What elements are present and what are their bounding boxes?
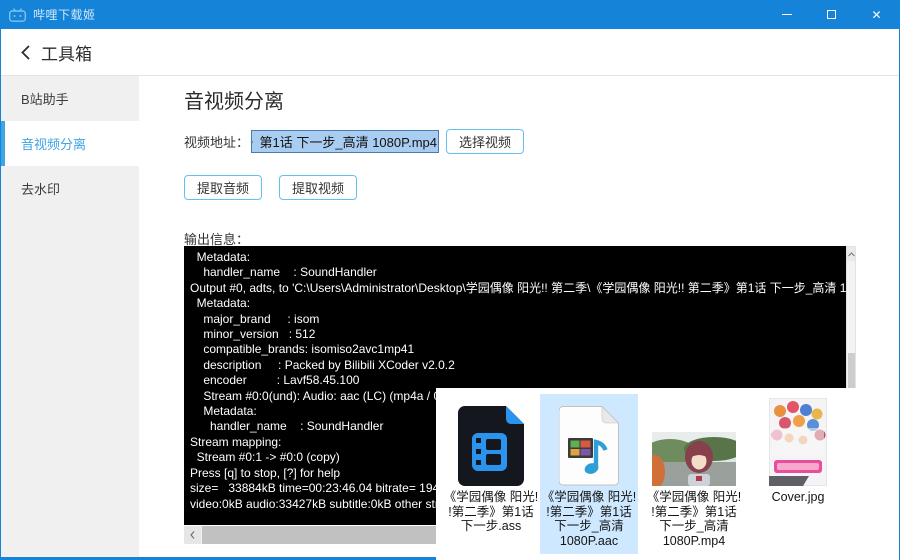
terminal-line: description : Packed by Bilibili XCoder … xyxy=(190,357,455,372)
extract-video-button[interactable]: 提取视频 xyxy=(279,175,358,200)
scrollbar-left-button[interactable] xyxy=(184,526,201,544)
scroll-up-icon xyxy=(847,251,855,256)
back-icon xyxy=(21,44,30,60)
terminal-line: Output #0, adts, to 'C:\Users\Administra… xyxy=(190,280,846,295)
file-item-aac-selected[interactable]: 《学园偶像 阳光! !第二季》第1话 下一步_高清 1080P.aac xyxy=(540,394,638,554)
minimize-icon xyxy=(781,14,792,15)
sidebar-item-bilibili-helper[interactable]: B站助手 xyxy=(1,76,139,121)
close-button[interactable]: ✕ xyxy=(854,0,899,29)
terminal-line: compatible_brands: isomiso2avc1mp41 xyxy=(190,342,415,357)
video-address-selected-text: 《学园偶像 阳光!! 第二季》第1话 下一步_高清 1080P.mp4 xyxy=(252,131,439,152)
file-item-mp4[interactable]: 《学园偶像 阳光! !第二季》第1话 下一步_高清 1080P.mp4 xyxy=(642,396,746,548)
ass-file-icon xyxy=(458,406,524,486)
terminal-line: Metadata: xyxy=(190,250,251,264)
back-button[interactable] xyxy=(19,44,32,61)
file-name: 《学园偶像 阳光! !第二季》第1话 下一步_高清 1080P.aac xyxy=(541,490,637,548)
sidebar: B站助手 音视频分离 去水印 xyxy=(1,76,139,559)
app-icon xyxy=(9,7,26,22)
scroll-left-icon xyxy=(190,531,195,539)
app-window: 哔哩下载姬 ✕ 工具箱 B站助手 音视频分离 去水印 音视频分离 视频地址： 》… xyxy=(0,0,900,560)
window-title: 哔哩下载姬 xyxy=(33,8,96,22)
window-controls: ✕ xyxy=(764,0,899,29)
terminal-line: Metadata: xyxy=(190,296,251,311)
terminal-line: handler_name : SoundHandler xyxy=(190,265,377,280)
file-item-cover[interactable]: Cover.jpg xyxy=(752,396,844,505)
cover-thumbnail xyxy=(769,398,827,486)
video-address-label: 视频地址： xyxy=(184,135,250,150)
maximize-icon xyxy=(827,10,836,19)
aac-file-icon xyxy=(559,406,619,486)
minimize-button[interactable] xyxy=(764,0,809,29)
terminal-line: encoder : Lavf58.45.100 xyxy=(190,373,360,388)
terminal-line: major_brand : isom xyxy=(190,311,320,326)
file-name: Cover.jpg xyxy=(771,490,825,504)
scrollbar-up-button[interactable] xyxy=(847,247,855,261)
page-breadcrumb-title: 工具箱 xyxy=(41,44,92,64)
page-title: 音视频分离 xyxy=(184,91,284,113)
video-address-input[interactable]: 《学园偶像 阳光!! 第二季》第1话 下一步_高清 1080P.mp4 xyxy=(251,130,440,153)
sidebar-item-watermark-removal[interactable]: 去水印 xyxy=(1,166,139,211)
file-explorer-panel: 《学园偶像 阳光! !第二季》第1话 下一步.ass 《学园偶像 阳光! !第二… xyxy=(436,388,899,560)
terminal-line: minor_version : 512 xyxy=(190,327,316,342)
select-video-button[interactable]: 选择视频 xyxy=(446,129,525,154)
file-item-ass[interactable]: 《学园偶像 阳光! !第二季》第1话 下一步.ass xyxy=(442,396,540,534)
close-icon: ✕ xyxy=(871,7,882,22)
file-name: 《学园偶像 阳光! !第二季》第1话 下一步.ass xyxy=(443,490,539,533)
sidebar-item-av-separation[interactable]: 音视频分离 xyxy=(1,121,139,166)
titlebar: 哔哩下载姬 ✕ xyxy=(1,0,899,29)
file-name: 《学园偶像 阳光! !第二季》第1话 下一步_高清 1080P.mp4 xyxy=(646,490,742,548)
extract-audio-button[interactable]: 提取音频 xyxy=(184,175,263,200)
toolbox-header: 工具箱 xyxy=(1,29,899,76)
mp4-thumbnail xyxy=(652,432,736,486)
maximize-button[interactable] xyxy=(809,0,854,29)
